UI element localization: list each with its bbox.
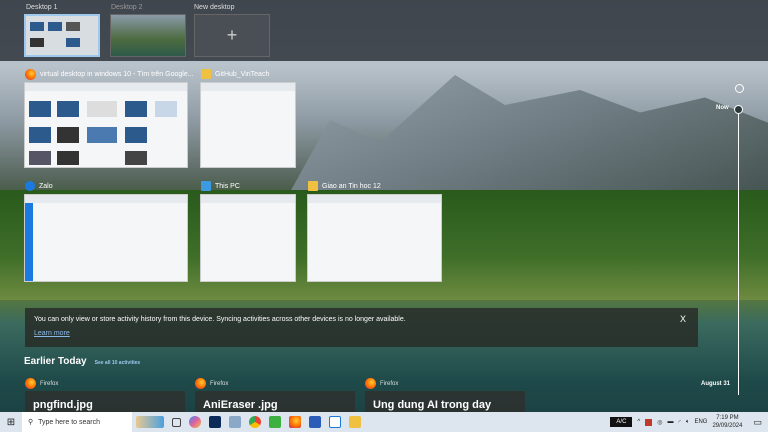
search-box[interactable]: ⚲ Type here to search xyxy=(22,412,132,432)
desktop-2-thumbnail[interactable] xyxy=(110,14,186,57)
window-title-text: virtual desktop in windows 10 - Tìm trên… xyxy=(40,71,194,78)
firefox-icon xyxy=(365,378,376,389)
zalo-icon xyxy=(25,181,35,191)
app-icon[interactable] xyxy=(229,416,241,428)
window-thumbnail-giao-an[interactable] xyxy=(307,194,442,282)
notification-text: You can only view or store activity hist… xyxy=(34,316,406,323)
window-title-this-pc: This PC xyxy=(201,181,240,191)
window-title-firefox: virtual desktop in windows 10 - Tìm trên… xyxy=(25,69,194,80)
activity-card[interactable]: Ung dung AI trong day xyxy=(365,391,525,412)
firefox-taskbar-icon[interactable] xyxy=(289,416,301,428)
file-explorer-icon[interactable] xyxy=(349,416,361,428)
plus-icon: + xyxy=(226,25,238,45)
new-desktop-label: New desktop xyxy=(194,4,235,11)
window-title-github: GitHub_ViriTeach xyxy=(201,69,269,79)
ac-indicator[interactable]: A/C xyxy=(610,417,633,427)
chrome-icon[interactable] xyxy=(249,416,261,428)
activity-card[interactable]: pngfind.jpg xyxy=(25,391,185,412)
section-heading: Earlier Today xyxy=(24,356,87,367)
wifi-icon[interactable]: ◜ xyxy=(679,419,681,426)
timeline-now-label: Now xyxy=(716,105,729,111)
activity-app-label: Firefox xyxy=(25,378,58,389)
clock[interactable]: 7:19 PM 29/09/2024 xyxy=(712,414,742,430)
window-title-zalo: Zalo xyxy=(25,181,53,191)
firefox-icon xyxy=(195,378,206,389)
desktop-1-thumbnail[interactable] xyxy=(24,14,100,57)
window-thumbnail-firefox[interactable] xyxy=(24,82,188,168)
timeline-scrollbar[interactable] xyxy=(738,112,739,395)
desktop-2-label: Desktop 2 xyxy=(111,4,143,11)
timeline-date-label: August 31 xyxy=(701,381,731,387)
firefox-icon xyxy=(25,69,36,80)
camtasia-icon[interactable] xyxy=(269,416,281,428)
see-all-link[interactable]: See all 10 activities xyxy=(95,360,141,366)
battery-icon[interactable]: ▬ xyxy=(668,419,674,425)
network-icon[interactable]: ◎ xyxy=(657,419,662,426)
folder-icon xyxy=(201,69,211,79)
word-icon[interactable] xyxy=(309,416,321,428)
window-thumbnail-this-pc[interactable] xyxy=(200,194,296,282)
close-icon[interactable]: X xyxy=(680,314,686,324)
window-title-text: GitHub_ViriTeach xyxy=(215,70,270,78)
timeline-search-icon[interactable] xyxy=(735,84,744,93)
volume-icon[interactable]: 🔈︎ xyxy=(686,419,690,426)
chevron-up-icon[interactable]: ^ xyxy=(637,419,640,425)
window-title-text: Giao an Tin hoc 12 xyxy=(322,182,381,190)
timeline-handle[interactable] xyxy=(734,105,743,114)
activity-title: Ung dung AI trong day xyxy=(373,399,492,411)
window-title-text: Zalo xyxy=(39,182,53,190)
activity-history-notification: You can only view or store activity hist… xyxy=(25,308,698,347)
photoshop-icon[interactable] xyxy=(209,416,221,428)
notifications-icon[interactable]: ▭ xyxy=(753,417,762,428)
search-placeholder: Type here to search xyxy=(38,418,101,426)
task-view-icon[interactable] xyxy=(172,417,181,427)
taskbar: ⊞ ⚲ Type here to search A/C ^ ◎ ▬ ◜ 🔈︎ EN… xyxy=(0,412,768,432)
activity-title: AniEraser .jpg xyxy=(203,399,278,411)
tray-app-icon[interactable] xyxy=(645,418,653,426)
new-desktop-button[interactable]: + xyxy=(194,14,270,57)
this-pc-icon xyxy=(201,181,211,191)
activity-title: pngfind.jpg xyxy=(33,399,93,411)
activity-app-label: Firefox xyxy=(195,378,228,389)
firefox-icon xyxy=(25,378,36,389)
learn-more-link[interactable]: Learn more xyxy=(34,330,689,337)
activity-card[interactable]: AniEraser .jpg xyxy=(195,391,355,412)
language-indicator[interactable]: ENG xyxy=(694,419,707,425)
window-thumbnail-github[interactable] xyxy=(200,82,296,168)
start-button[interactable]: ⊞ xyxy=(0,417,22,428)
window-thumbnail-zalo[interactable] xyxy=(24,194,188,282)
virtual-desktops-bar: Desktop 1 Desktop 2 New desktop + xyxy=(0,0,768,61)
desktop-1-label: Desktop 1 xyxy=(26,4,58,11)
zalo-taskbar-icon[interactable] xyxy=(329,416,341,428)
folder-icon xyxy=(308,181,318,191)
window-title-text: This PC xyxy=(215,182,240,190)
window-title-giao-an: Giao an Tin hoc 12 xyxy=(308,181,381,191)
copilot-icon[interactable] xyxy=(189,416,201,428)
activity-app-label: Firefox xyxy=(365,378,398,389)
search-highlight-icon[interactable] xyxy=(136,416,164,428)
search-icon: ⚲ xyxy=(28,419,34,426)
